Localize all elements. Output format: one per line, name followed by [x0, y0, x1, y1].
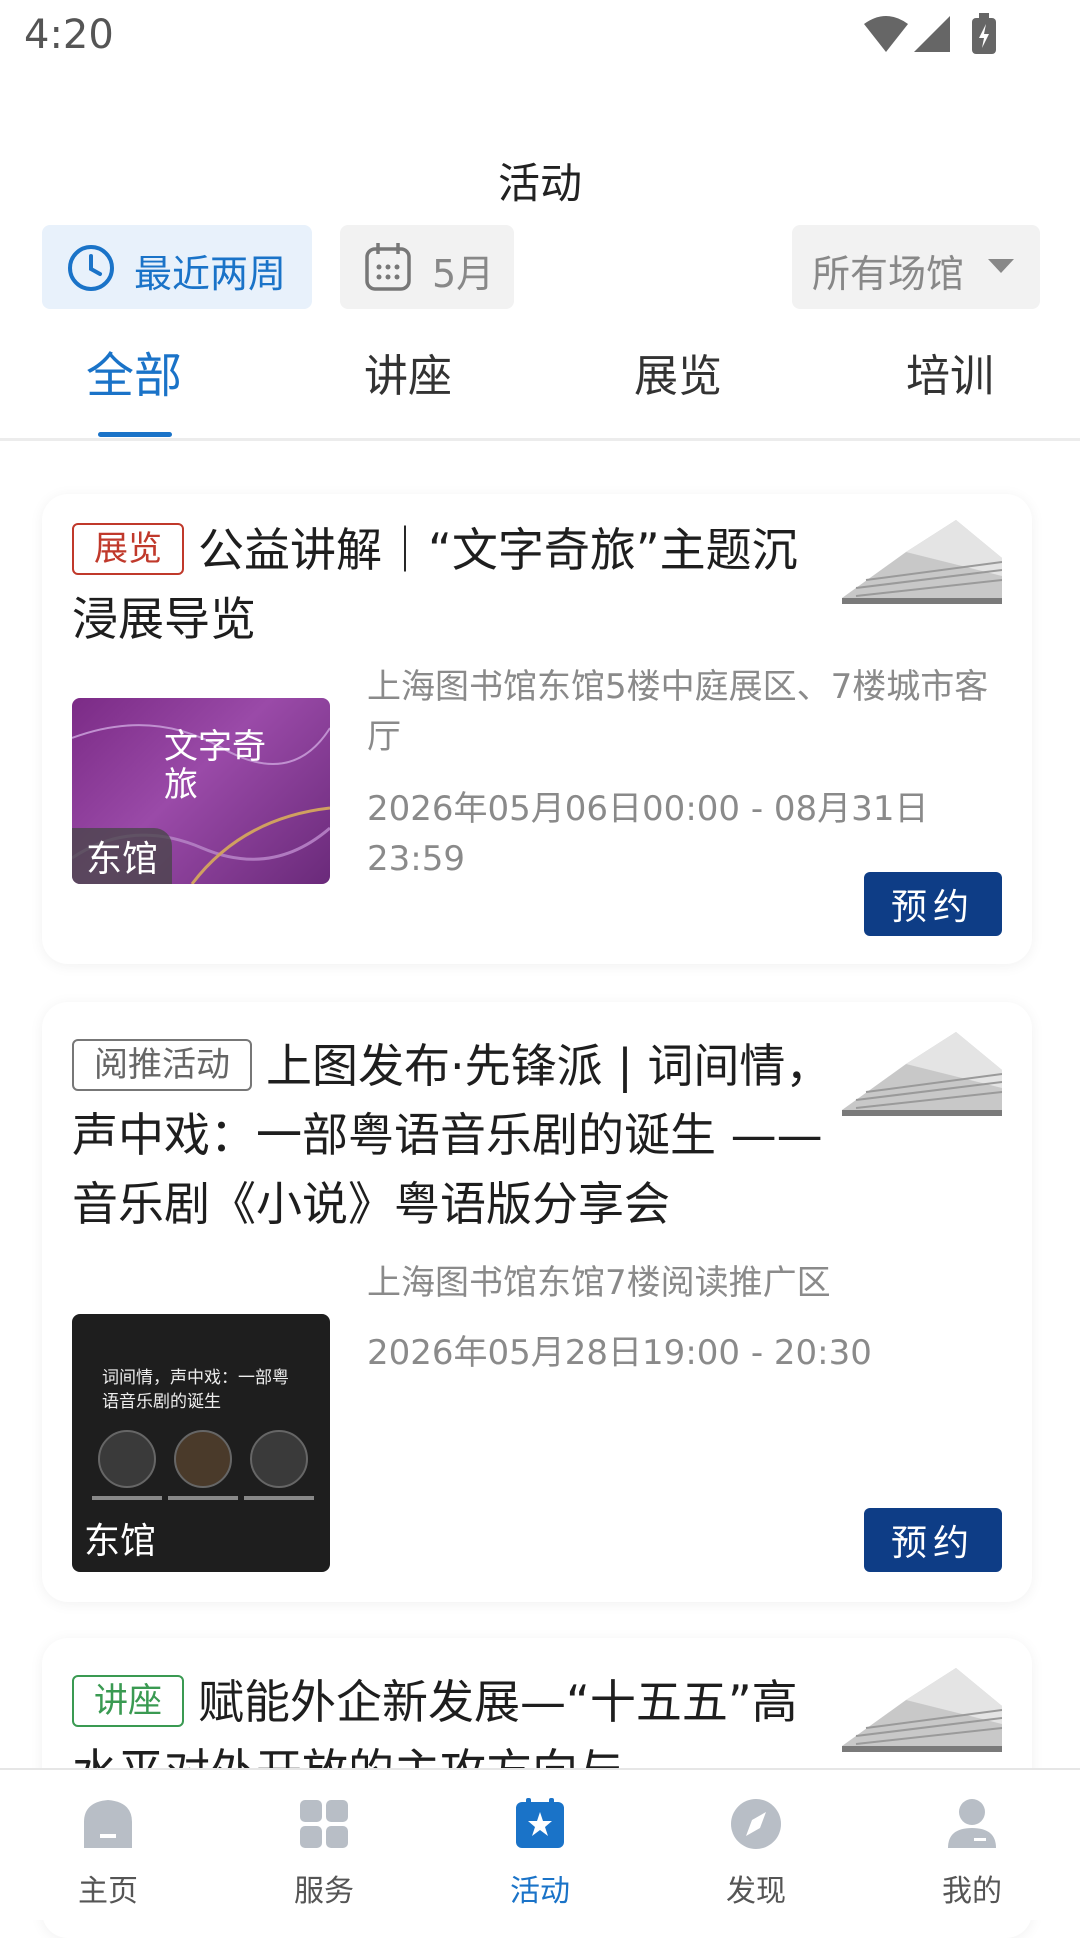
library-building-image	[836, 518, 1002, 610]
bottom-navigation: 主页 服务 活动 发现 我的	[0, 1768, 1080, 1920]
clock-icon	[68, 245, 114, 291]
recent-two-weeks-filter[interactable]: 最近两周	[42, 225, 312, 309]
recent-filter-label: 最近两周	[134, 252, 287, 296]
venue-badge: 东馆	[84, 1521, 157, 1562]
user-icon	[948, 1799, 996, 1848]
nav-discover-label: 发现	[726, 1874, 786, 1909]
reserve-button[interactable]: 预约	[864, 1508, 1002, 1572]
compass-icon	[731, 1799, 781, 1849]
tab-exhibition[interactable]: 展览	[634, 340, 722, 404]
event-location: 上海图书馆东馆7楼阅读推广区	[367, 1263, 831, 1303]
wifi-icon	[864, 16, 908, 52]
grid-icon	[300, 1800, 348, 1848]
tab-all[interactable]: 全部	[86, 336, 182, 406]
nav-home[interactable]: 主页	[0, 1770, 216, 1922]
event-title: 阅推活动 上图发布·先锋派 | 词间情，声中戏：一部粤语音乐剧的诞生 ——音乐剧《…	[72, 1032, 832, 1239]
library-building-image	[836, 1666, 1002, 1758]
venue-filter-label: 所有场馆	[812, 252, 965, 296]
nav-discover[interactable]: 发现	[648, 1770, 864, 1922]
month-filter[interactable]: 5月	[340, 225, 514, 309]
event-time: 2026年05月06日00:00 - 08月31日23:59	[367, 789, 929, 879]
status-time: 4:20	[24, 12, 114, 58]
nav-activities-label: 活动	[510, 1874, 570, 1909]
event-time: 2026年05月28日19:00 - 20:30	[367, 1333, 872, 1373]
venue-badge: 东馆	[72, 828, 173, 884]
nav-activities[interactable]: 活动	[432, 1770, 648, 1922]
nav-services-label: 服务	[294, 1874, 354, 1909]
event-card[interactable]: 阅推活动 上图发布·先锋派 | 词间情，声中戏：一部粤语音乐剧的诞生 ——音乐剧《…	[42, 1002, 1032, 1602]
nav-profile-label: 我的	[942, 1874, 1002, 1909]
signal-icon	[914, 16, 950, 52]
library-building-image	[836, 1030, 1002, 1122]
event-tag: 阅推活动	[72, 1039, 252, 1091]
event-card[interactable]: 展览 公益讲解｜“文字奇旅”主题沉浸展导览 文字奇旅 东馆 上海图书馆东馆5楼中庭…	[42, 494, 1032, 964]
home-icon	[84, 1800, 132, 1848]
nav-services[interactable]: 服务	[216, 1770, 432, 1922]
reserve-button[interactable]: 预约	[864, 872, 1002, 936]
tab-lecture[interactable]: 讲座	[364, 340, 452, 404]
battery-icon	[972, 13, 996, 54]
event-poster: 文字奇旅 东馆	[72, 698, 330, 884]
tab-divider	[0, 438, 1080, 441]
event-tag: 展览	[72, 523, 184, 575]
tab-training[interactable]: 培训	[906, 340, 994, 404]
poster-title: 文字奇旅	[164, 727, 266, 805]
activity-star-icon	[516, 1798, 564, 1848]
page-title: 活动	[497, 159, 582, 208]
month-filter-label: 5月	[432, 252, 495, 296]
active-tab-indicator	[98, 432, 172, 437]
nav-profile[interactable]: 我的	[864, 1770, 1080, 1922]
nav-home-label: 主页	[78, 1874, 138, 1909]
venue-filter-dropdown[interactable]: 所有场馆	[792, 225, 1040, 309]
status-bar: 4:20	[0, 0, 1080, 80]
event-tag: 讲座	[72, 1675, 184, 1727]
event-poster: 词间情，声中戏：一部粤语音乐剧的诞生 东馆	[72, 1314, 330, 1572]
caret-down-icon	[988, 259, 1014, 273]
calendar-icon	[365, 243, 411, 291]
event-location: 上海图书馆东馆5楼中庭展区、7楼城市客厅	[367, 667, 989, 757]
poster-title: 词间情，声中戏：一部粤语音乐剧的诞生	[102, 1368, 289, 1412]
event-title: 展览 公益讲解｜“文字奇旅”主题沉浸展导览	[72, 516, 832, 654]
